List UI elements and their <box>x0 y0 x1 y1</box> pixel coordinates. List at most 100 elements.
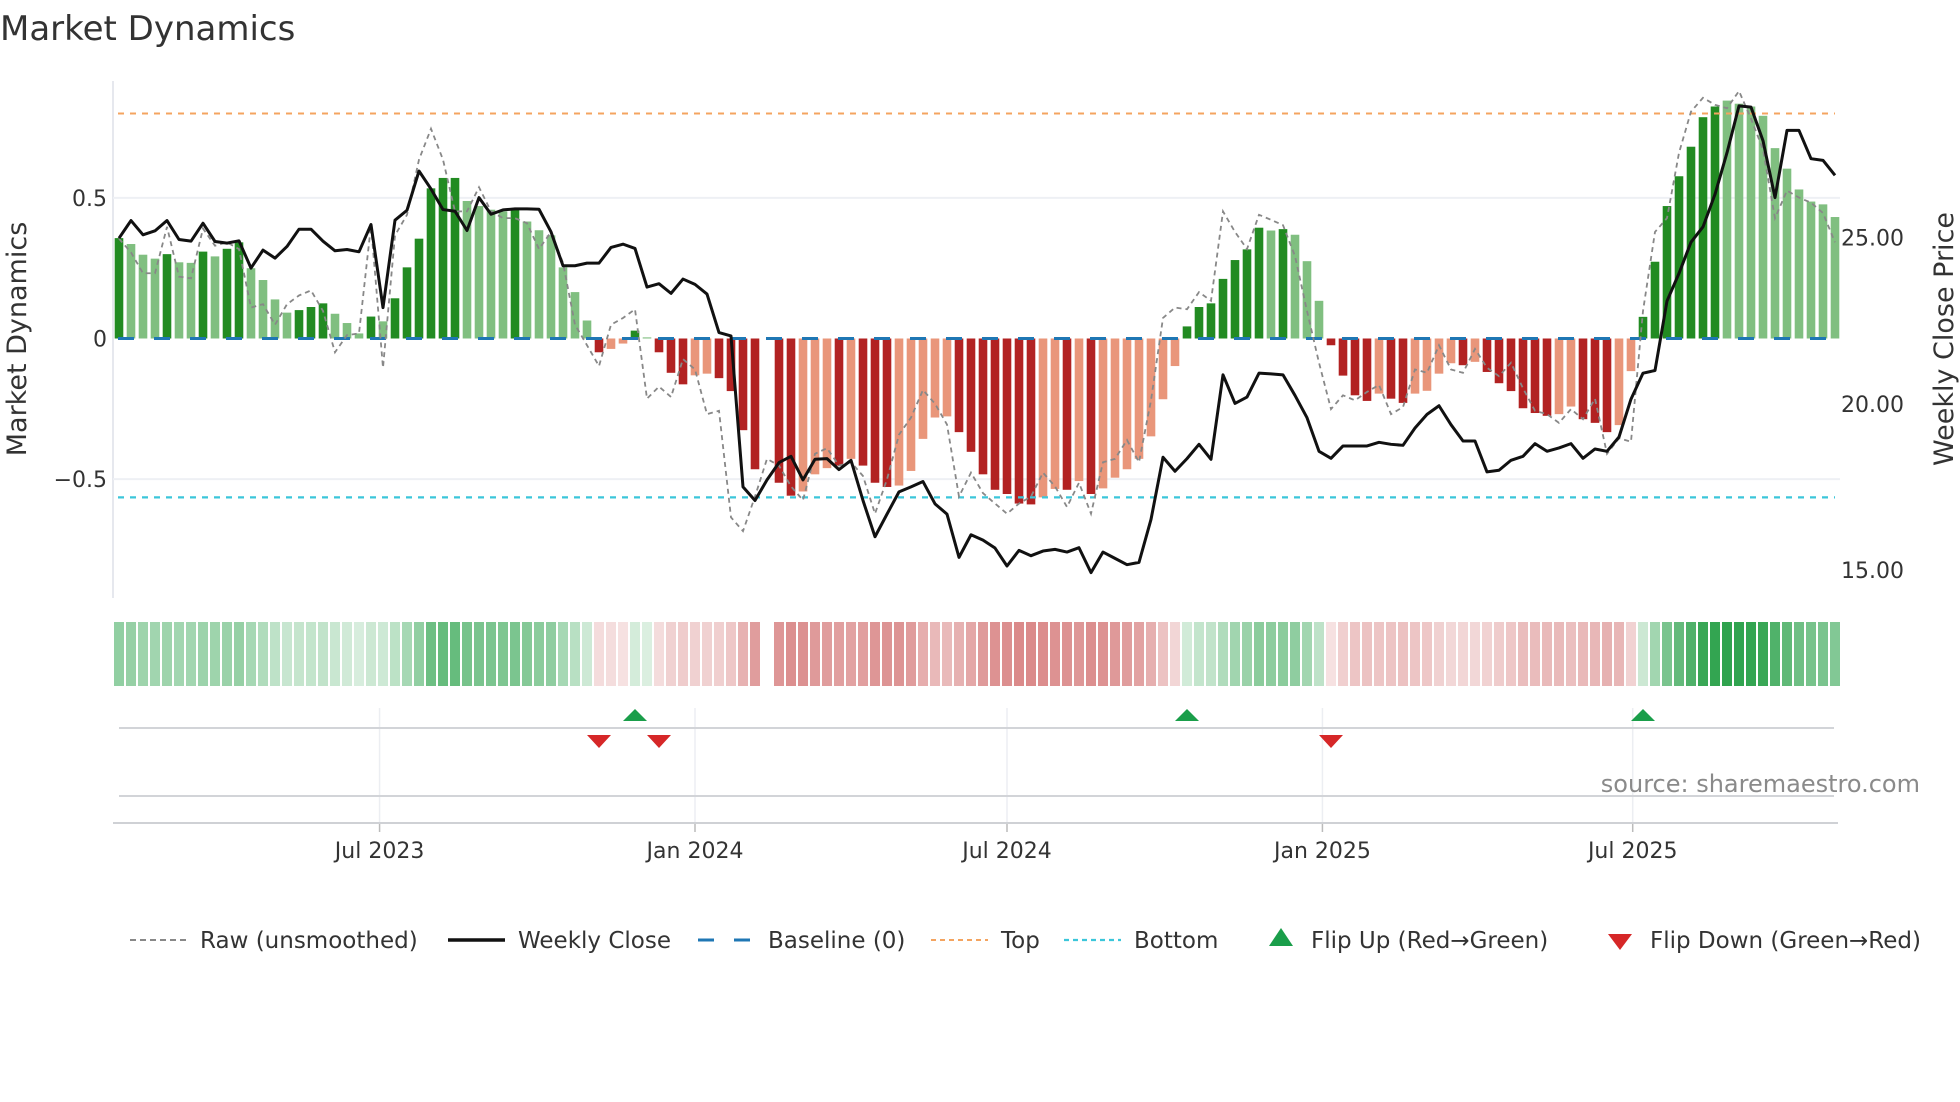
reference-lines <box>118 112 1835 499</box>
bar <box>1242 249 1252 339</box>
bar <box>186 262 196 339</box>
bar <box>870 338 880 483</box>
bar <box>954 338 964 433</box>
bar <box>330 313 340 339</box>
regime-cell <box>594 622 604 686</box>
regime-cell <box>750 622 760 686</box>
bar <box>1014 338 1024 504</box>
bar <box>1314 300 1324 339</box>
regime-cell <box>1290 622 1300 686</box>
bar <box>1278 229 1288 339</box>
regime-cell <box>258 622 268 686</box>
regime-cell <box>198 622 208 686</box>
legend-label: Baseline (0) <box>768 928 905 954</box>
regime-cell <box>582 622 592 686</box>
bar <box>834 338 844 466</box>
regime-cell <box>798 622 808 686</box>
regime-cell <box>1146 622 1156 686</box>
regime-cell <box>1122 622 1132 686</box>
bar <box>1482 338 1492 372</box>
bar <box>198 251 208 339</box>
bar <box>1074 338 1084 482</box>
flip-up-marker <box>1175 709 1199 721</box>
bar <box>282 312 292 339</box>
regime-cell <box>1134 622 1144 686</box>
axes: 0.5 0 −0.5 25.00 20.00 15.00 Jul 2023 Jan 2024 J… <box>54 187 1904 864</box>
bar <box>522 221 532 339</box>
bar <box>450 177 460 339</box>
regime-cell <box>294 622 304 686</box>
regime-cell <box>1050 622 1060 686</box>
regime-cell <box>1230 622 1240 686</box>
bar <box>1218 278 1228 339</box>
bar <box>1086 338 1096 495</box>
regime-cell <box>510 622 520 686</box>
regime-cell <box>858 622 868 686</box>
flip-markers <box>119 708 1834 823</box>
regime-cell <box>966 622 976 686</box>
regime-cell <box>1794 622 1804 686</box>
series-lines <box>117 89 1837 575</box>
bar <box>1602 338 1612 433</box>
regime-cell <box>150 622 160 686</box>
bar <box>1542 338 1552 416</box>
regime-cell <box>366 622 376 686</box>
legend-label: Weekly Close <box>518 928 671 954</box>
y2-tick-label: 15.00 <box>1841 559 1904 584</box>
bar <box>162 254 172 339</box>
bar <box>1794 189 1804 339</box>
regime-cell <box>558 622 568 686</box>
bar <box>1350 338 1360 396</box>
regime-cell <box>522 622 532 686</box>
regime-cell <box>882 622 892 686</box>
regime-cell <box>1830 622 1840 686</box>
bar <box>210 256 220 339</box>
bar <box>114 238 124 339</box>
regime-cell <box>1086 622 1096 686</box>
bar <box>222 248 232 339</box>
regime-cell <box>1530 622 1540 686</box>
regime-cell <box>1770 622 1780 686</box>
regime-cell <box>1578 622 1588 686</box>
bar <box>1122 338 1132 470</box>
regime-cell <box>1014 622 1024 686</box>
regime-cell <box>1398 622 1408 686</box>
bar <box>1050 338 1060 489</box>
regime-cell <box>1254 622 1264 686</box>
regime-cell <box>1434 622 1444 686</box>
bar <box>1554 338 1564 415</box>
bar <box>174 262 184 339</box>
legend-label: Bottom <box>1134 928 1218 954</box>
regime-cell <box>1650 622 1660 686</box>
bar <box>1194 307 1204 339</box>
regime-cell <box>702 622 712 686</box>
regime-cell <box>630 622 640 686</box>
regime-cell <box>1038 622 1048 686</box>
regime-cell <box>942 622 952 686</box>
bar <box>690 338 700 376</box>
regime-cell <box>1206 622 1216 686</box>
bar <box>594 338 604 353</box>
bar <box>1110 338 1120 478</box>
regime-cell <box>1110 622 1120 686</box>
regime-cell <box>1326 622 1336 686</box>
regime-cell <box>1026 622 1036 686</box>
bar <box>1422 338 1432 391</box>
regime-cell <box>162 622 172 686</box>
regime-cell <box>642 622 652 686</box>
bar <box>402 267 412 339</box>
regime-cell <box>1662 622 1672 686</box>
bar <box>738 338 748 431</box>
bar <box>1710 106 1720 339</box>
regime-cell <box>870 622 880 686</box>
regime-cell <box>1266 622 1276 686</box>
regime-cell <box>438 622 448 686</box>
regime-cell <box>318 622 328 686</box>
regime-cell <box>1566 622 1576 686</box>
regime-cell <box>450 622 460 686</box>
x-tick-label: Jan 2024 <box>645 839 744 864</box>
bar <box>1146 338 1156 437</box>
regime-cell <box>1170 622 1180 686</box>
bar <box>1530 338 1540 414</box>
bar <box>798 338 808 492</box>
